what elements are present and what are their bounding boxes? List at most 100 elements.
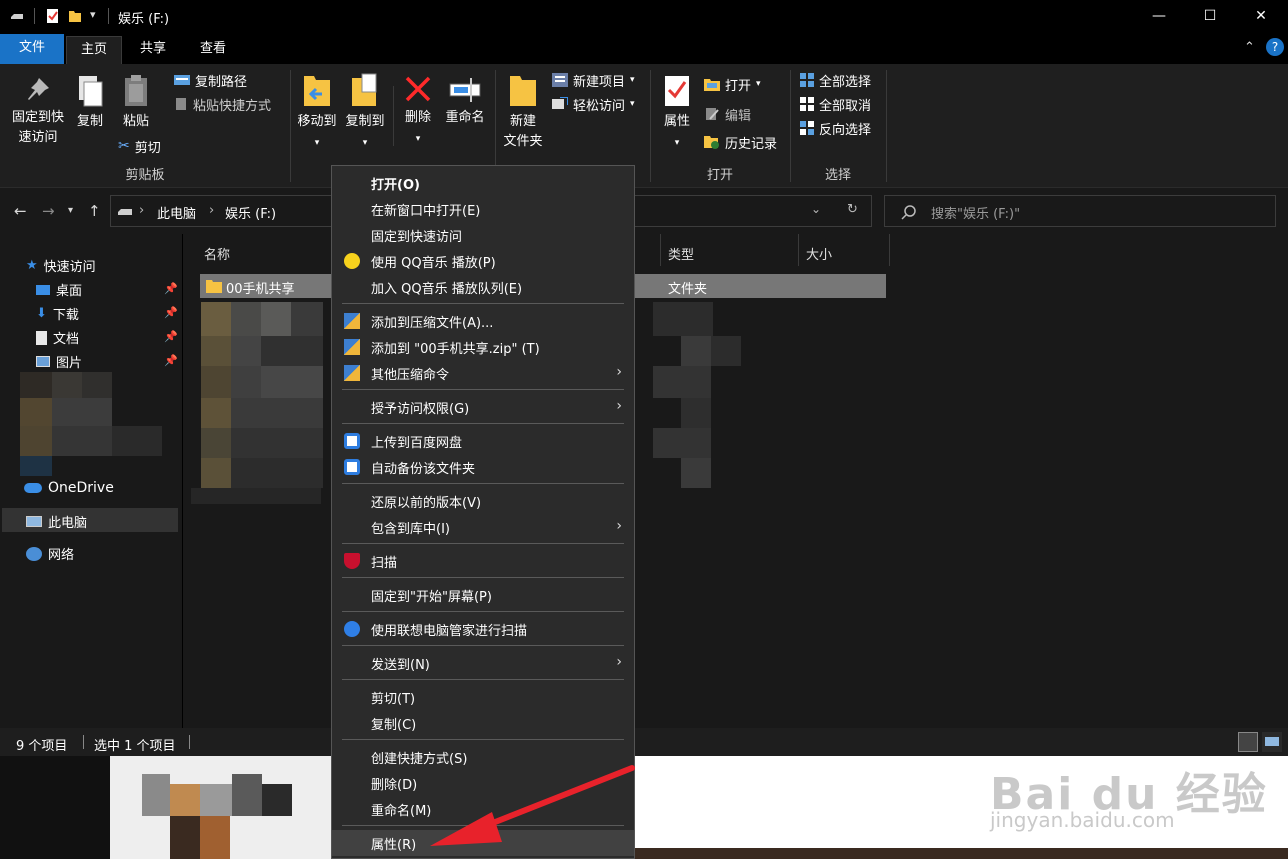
nav-network[interactable]: 网络: [26, 544, 74, 563]
item-count: 9 个项目: [16, 739, 68, 754]
context-menu-separator: [342, 423, 624, 424]
history-button[interactable]: 历史记录: [704, 132, 777, 152]
new-item-icon: [552, 73, 568, 87]
blurred-region: [653, 366, 711, 398]
cut-button[interactable]: ✂ 剪切: [118, 136, 161, 156]
copy-to-button[interactable]: 复制到 ▾: [342, 72, 388, 153]
column-header-size[interactable]: 大小: [806, 244, 832, 263]
context-menu-item[interactable]: 授予访问权限(G) ›: [332, 394, 634, 420]
window-title: 娱乐 (F:): [118, 12, 170, 27]
nav-item-desktop[interactable]: 桌面: [36, 280, 82, 299]
archive-icon: [344, 365, 360, 381]
context-menu-item[interactable]: 使用 QQ音乐 播放(P): [332, 248, 634, 274]
move-to-button[interactable]: 移动到 ▾: [294, 72, 340, 153]
collapse-ribbon-icon[interactable]: ⌃: [1244, 40, 1255, 55]
context-menu-item-label: 发送到(N): [371, 657, 430, 673]
nav-item-documents[interactable]: 文档: [36, 328, 79, 347]
blurred-region: [201, 398, 231, 428]
context-menu-item[interactable]: 自动备份该文件夹: [332, 454, 634, 480]
nav-item-label: 下载: [52, 308, 79, 323]
recent-locations-icon[interactable]: ▾: [68, 205, 73, 216]
context-menu-item[interactable]: 固定到"开始"屏幕(P): [332, 582, 634, 608]
tab-file[interactable]: 文件: [0, 34, 64, 64]
back-arrow-icon[interactable]: ←: [14, 202, 27, 220]
delete-button[interactable]: 删除 ▾: [398, 74, 438, 149]
new-folder-button[interactable]: 新建 文件夹: [500, 72, 546, 152]
new-item-button[interactable]: 新建项目 ▾: [552, 70, 635, 90]
context-menu-item[interactable]: 加入 QQ音乐 播放队列(E): [332, 274, 634, 300]
column-header-name[interactable]: 名称: [204, 244, 230, 263]
nav-item-pictures[interactable]: 图片: [36, 352, 82, 371]
pin-quick-access-button[interactable]: 固定到快 速访问: [8, 74, 68, 148]
blurred-region: [681, 336, 711, 366]
tab-share[interactable]: 共享: [124, 36, 182, 64]
invert-selection-button[interactable]: 反向选择: [800, 118, 871, 138]
maximize-button[interactable]: ☐: [1187, 0, 1233, 32]
column-header-type[interactable]: 类型: [668, 244, 694, 263]
open-button[interactable]: 打开 ▾: [704, 74, 761, 94]
pin-label-2: 速访问: [18, 130, 58, 145]
select-all-icon: [800, 73, 814, 87]
address-dropdown-icon[interactable]: ⌄: [811, 202, 821, 216]
up-arrow-icon[interactable]: ↑: [88, 202, 101, 220]
context-menu-item[interactable]: 添加到压缩文件(A)...: [332, 308, 634, 334]
baidu-netdisk-icon: [344, 459, 360, 475]
context-menu-item[interactable]: 打开(O): [332, 170, 634, 196]
context-menu-item[interactable]: 复制(C): [332, 710, 634, 736]
organize-divider: [393, 86, 394, 146]
context-menu-item-label: 添加到压缩文件(A)...: [371, 315, 494, 331]
context-menu-item[interactable]: 固定到快速访问: [332, 222, 634, 248]
easy-access-label: 轻松访问: [573, 98, 626, 114]
delete-dropdown-icon: ▾: [415, 134, 421, 144]
blurred-region: [653, 428, 711, 458]
blurred-region: [261, 336, 323, 366]
context-menu-item[interactable]: 在新窗口中打开(E): [332, 196, 634, 222]
rename-button[interactable]: 重命名: [442, 74, 488, 128]
quick-access-dropdown-icon[interactable]: ▾: [90, 8, 96, 21]
context-menu-item[interactable]: 发送到(N) ›: [332, 650, 634, 676]
delete-label: 删除: [404, 110, 431, 125]
invert-selection-icon: [800, 121, 814, 135]
context-menu-item[interactable]: 添加到 "00手机共享.zip" (T): [332, 334, 634, 360]
large-icons-view-icon[interactable]: [1262, 732, 1282, 752]
edit-button[interactable]: 编辑: [704, 104, 751, 124]
easy-access-button[interactable]: 轻松访问 ▾: [552, 94, 635, 114]
nav-this-pc[interactable]: 此电脑: [26, 512, 87, 531]
close-button[interactable]: ✕: [1238, 0, 1284, 32]
minimize-button[interactable]: —: [1136, 0, 1182, 32]
nav-onedrive[interactable]: OneDrive: [24, 480, 114, 496]
search-input[interactable]: 搜索"娱乐 (F:)": [884, 195, 1276, 227]
context-menu-item[interactable]: 还原以前的版本(V): [332, 488, 634, 514]
context-menu-item-label: 授予访问权限(G): [371, 401, 470, 417]
breadcrumb-this-pc[interactable]: 此电脑: [157, 203, 196, 222]
refresh-icon[interactable]: ↻: [847, 202, 858, 217]
context-menu-item[interactable]: 扫描: [332, 548, 634, 574]
tab-home[interactable]: 主页: [66, 36, 122, 64]
context-menu-item[interactable]: 剪切(T): [332, 684, 634, 710]
properties-quick-icon[interactable]: [46, 9, 60, 23]
select-all-label: 全部选择: [819, 74, 872, 90]
select-all-button[interactable]: 全部选择: [800, 70, 871, 90]
context-menu-item[interactable]: 使用联想电脑管家进行扫描: [332, 616, 634, 642]
details-view-icon[interactable]: [1238, 732, 1258, 752]
context-menu-item[interactable]: 包含到库中(I) ›: [332, 514, 634, 540]
select-group-label: 选择: [824, 168, 851, 183]
properties-button[interactable]: 属性 ▾: [656, 74, 698, 153]
context-menu-item[interactable]: 上传到百度网盘: [332, 428, 634, 454]
copy-button[interactable]: 复制: [72, 74, 108, 132]
paste-shortcut-button[interactable]: 粘贴快捷方式: [174, 94, 271, 114]
select-none-button[interactable]: 全部取消: [800, 94, 871, 114]
nav-quick-access[interactable]: ★ 快速访问: [26, 256, 96, 275]
breadcrumb-drive[interactable]: 娱乐 (F:): [225, 203, 276, 222]
folder-icon: [206, 280, 222, 293]
new-folder-quick-icon[interactable]: [68, 9, 82, 23]
computer-icon: [26, 516, 42, 527]
paste-button[interactable]: 粘贴: [118, 74, 154, 132]
forward-arrow-icon[interactable]: →: [42, 202, 55, 220]
help-icon[interactable]: ?: [1266, 38, 1284, 56]
copy-path-button[interactable]: 复制路径: [174, 70, 247, 90]
document-icon: [36, 330, 47, 345]
nav-item-downloads[interactable]: ⬇ 下载: [36, 304, 79, 323]
tab-view[interactable]: 查看: [184, 36, 242, 64]
context-menu-item[interactable]: 其他压缩命令 ›: [332, 360, 634, 386]
